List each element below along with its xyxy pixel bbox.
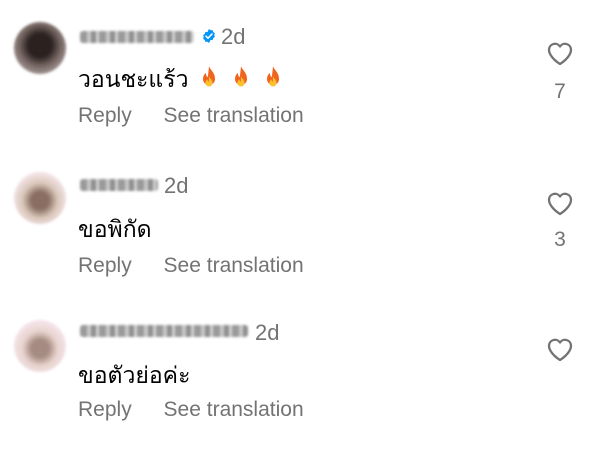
like-count: 3 bbox=[554, 228, 566, 251]
comment-text: ขอตัวย่อค่ะ bbox=[78, 358, 190, 394]
fire-icon bbox=[234, 66, 247, 87]
reply-button[interactable]: Reply bbox=[78, 398, 132, 422]
username-blurred[interactable] bbox=[80, 325, 248, 337]
comment-timestamp: 2d bbox=[164, 173, 189, 198]
comment-body: ขอตัวย่อค่ะ bbox=[78, 363, 191, 389]
verified-badge-icon bbox=[203, 29, 215, 43]
heart-icon[interactable] bbox=[546, 190, 574, 216]
username-blurred[interactable] bbox=[80, 31, 194, 43]
see-translation-button[interactable]: See translation bbox=[164, 398, 304, 422]
see-translation-button[interactable]: See translation bbox=[164, 104, 304, 128]
fire-icon bbox=[202, 66, 215, 87]
comment-item: 2d ขอตัวย่อค่ะ Reply See translation bbox=[0, 298, 600, 446]
avatar[interactable] bbox=[14, 320, 66, 372]
see-translation-button[interactable]: See translation bbox=[164, 254, 304, 278]
comment-actions: Reply See translation bbox=[78, 104, 304, 128]
heart-icon[interactable] bbox=[546, 336, 574, 362]
comment-actions: Reply See translation bbox=[78, 398, 304, 422]
reply-button[interactable]: Reply bbox=[78, 104, 132, 128]
reply-button[interactable]: Reply bbox=[78, 254, 132, 278]
comment-actions: Reply See translation bbox=[78, 254, 304, 278]
like-count: 7 bbox=[554, 80, 566, 103]
comment-item: 2d วอนชะแร้ว Reply See translation 7 bbox=[0, 0, 600, 148]
comment-body: วอนชะแร้ว bbox=[78, 67, 189, 93]
comment-text: ขอพิกัด bbox=[78, 212, 152, 248]
comment-body: ขอพิกัด bbox=[78, 217, 152, 243]
comment-timestamp: 2d bbox=[255, 320, 280, 345]
comment-text: วอนชะแร้ว bbox=[78, 62, 285, 98]
comment-item: 2d ขอพิกัด Reply See translation 3 bbox=[0, 150, 600, 298]
heart-icon[interactable] bbox=[546, 40, 574, 66]
fire-icon bbox=[266, 66, 279, 87]
comment-timestamp: 2d bbox=[221, 24, 246, 49]
username-blurred[interactable] bbox=[80, 179, 158, 191]
avatar[interactable] bbox=[14, 172, 66, 224]
avatar[interactable] bbox=[14, 22, 66, 74]
